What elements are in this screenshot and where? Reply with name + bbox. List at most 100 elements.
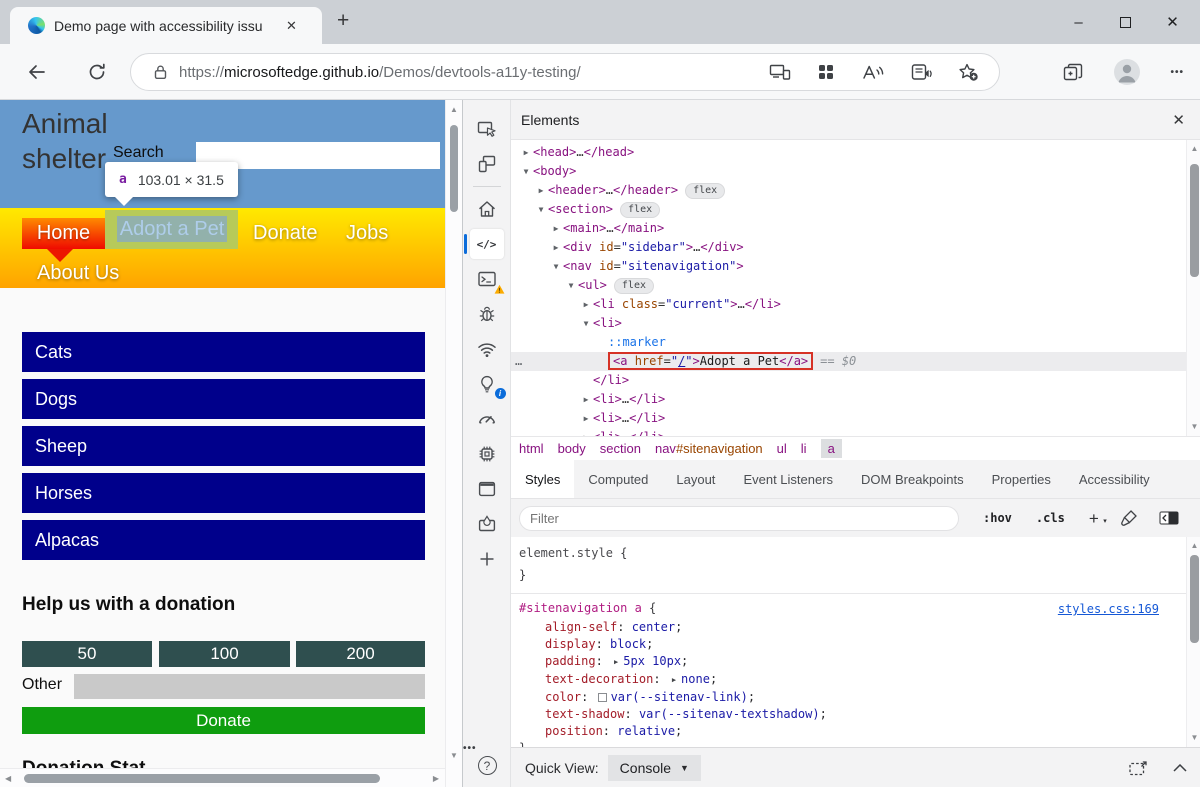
css-property[interactable]: position: relative;: [519, 723, 1178, 740]
css-property[interactable]: color: var(--sitenav-link);: [519, 689, 1178, 706]
scroll-down-icon[interactable]: ▼: [1187, 423, 1200, 431]
devtools-close-icon[interactable]: ✕: [1172, 111, 1185, 129]
dom-tree-row[interactable]: ▼<section>flex: [511, 200, 1186, 219]
dom-tree-row[interactable]: …<a href="/">Adopt a Pet</a>== $0: [511, 352, 1186, 371]
amount-button-100[interactable]: 100: [159, 641, 290, 667]
donate-button[interactable]: Donate: [22, 707, 425, 734]
memory-icon[interactable]: [470, 439, 504, 469]
elements-icon[interactable]: </>: [470, 229, 504, 259]
home-icon[interactable]: [470, 194, 504, 224]
nav-adopt-a-pet[interactable]: Adopt a Pet: [117, 216, 227, 242]
scroll-up-icon[interactable]: ▲: [450, 106, 458, 114]
expand-arrow-icon[interactable]: ▶: [519, 143, 533, 162]
css-property[interactable]: text-decoration: ▶none;: [519, 671, 1178, 689]
console-icon[interactable]: [470, 264, 504, 294]
performance-icon[interactable]: [470, 404, 504, 434]
styles-filter-input[interactable]: [519, 506, 959, 531]
inspect-icon[interactable]: [470, 114, 504, 144]
new-style-rule-icon[interactable]: +▾: [1089, 510, 1099, 527]
row-menu-icon[interactable]: …: [515, 352, 522, 371]
debugger-icon[interactable]: [470, 299, 504, 329]
class-toggle[interactable]: .cls: [1036, 511, 1065, 525]
breadcrumb-item-ul[interactable]: ul: [777, 441, 787, 456]
scroll-right-icon[interactable]: ▶: [433, 775, 439, 783]
read-aloud-icon[interactable]: [861, 62, 885, 82]
nav-about-us[interactable]: About Us: [37, 258, 119, 289]
more-icon[interactable]: •••: [463, 738, 511, 756]
flex-badge[interactable]: flex: [614, 278, 654, 294]
help-icon[interactable]: ?: [463, 756, 511, 775]
dom-tree-row[interactable]: ▼<nav id="sitenavigation">: [511, 257, 1186, 276]
breadcrumb-item-section[interactable]: section: [600, 441, 641, 456]
tab-accessibility[interactable]: Accessibility: [1065, 460, 1164, 498]
dom-tree-row[interactable]: ▶<li>…</li>: [511, 409, 1186, 428]
vertical-scroll-thumb[interactable]: [450, 125, 458, 212]
application-icon[interactable]: [470, 474, 504, 504]
settings-more-icon[interactable]: •••: [1170, 67, 1184, 78]
css-property[interactable]: text-shadow: var(--sitenav-textshadow);: [519, 706, 1178, 723]
breadcrumb-item-body[interactable]: body: [558, 441, 586, 456]
profile-avatar[interactable]: [1113, 58, 1141, 86]
tab-properties[interactable]: Properties: [978, 460, 1065, 498]
tab-computed[interactable]: Computed: [574, 460, 662, 498]
dom-tree-row[interactable]: </li>: [511, 371, 1186, 390]
nav-jobs[interactable]: Jobs: [346, 218, 388, 249]
close-button[interactable]: ✕: [1149, 13, 1196, 31]
horizontal-scroll-thumb[interactable]: [24, 774, 380, 783]
dom-tree-row[interactable]: ▼<ul>flex: [511, 276, 1186, 295]
page-horizontal-scrollbar[interactable]: ◀ ▶: [0, 768, 445, 787]
stylesheet-link[interactable]: styles.css:169: [1058, 602, 1159, 616]
inline-style-block[interactable]: element.style { }: [511, 537, 1186, 594]
animal-button-sheep[interactable]: Sheep: [22, 426, 425, 466]
tab-layout[interactable]: Layout: [662, 460, 729, 498]
other-amount-input[interactable]: [74, 674, 425, 699]
dom-tree-scrollbar[interactable]: ▲ ▼: [1186, 140, 1200, 436]
collapse-arrow-icon[interactable]: ▼: [564, 276, 578, 295]
apps-grid-icon[interactable]: [816, 62, 836, 82]
breadcrumb-item-nav[interactable]: nav#sitenavigation: [655, 441, 763, 456]
expand-arrow-icon[interactable]: ▶: [579, 390, 593, 409]
page-vertical-scrollbar[interactable]: ▲ ▼: [445, 100, 462, 787]
collections-icon[interactable]: [1062, 62, 1084, 82]
tree-scroll-thumb[interactable]: [1190, 164, 1199, 277]
back-icon[interactable]: [26, 61, 48, 88]
dom-tree-row[interactable]: ▶<li>…</li>: [511, 428, 1186, 436]
expand-quick-view-icon[interactable]: [1129, 760, 1149, 776]
dom-tree-row[interactable]: ::marker: [511, 333, 1186, 352]
scroll-left-icon[interactable]: ◀: [5, 775, 11, 783]
breadcrumb-item-html[interactable]: html: [519, 441, 544, 456]
tab-styles[interactable]: Styles: [511, 460, 574, 498]
issues-icon[interactable]: i: [470, 369, 504, 399]
expand-arrow-icon[interactable]: ▶: [579, 295, 593, 314]
scroll-up-icon[interactable]: ▲: [1187, 542, 1200, 550]
hover-state-toggle[interactable]: :hov: [983, 511, 1012, 525]
add-favorite-icon[interactable]: [957, 62, 979, 82]
dom-tree-row[interactable]: ▶<li class="current">…</li>: [511, 295, 1186, 314]
collapse-arrow-icon[interactable]: ▼: [579, 314, 593, 333]
flex-badge[interactable]: flex: [685, 183, 725, 199]
scroll-down-icon[interactable]: ▼: [1187, 734, 1200, 742]
animal-button-dogs[interactable]: Dogs: [22, 379, 425, 419]
brush-icon[interactable]: [1120, 509, 1138, 527]
breadcrumb-item-li[interactable]: li: [801, 441, 807, 456]
css-property[interactable]: display: block;: [519, 636, 1178, 653]
dom-tree-row[interactable]: ▶<li>…</li>: [511, 390, 1186, 409]
styles-scrollbar[interactable]: ▲ ▼: [1186, 537, 1200, 747]
tab-event-listeners[interactable]: Event Listeners: [729, 460, 847, 498]
animal-button-horses[interactable]: Horses: [22, 473, 425, 513]
dom-tree-row[interactable]: ▶<head>…</head>: [511, 143, 1186, 162]
dom-tree-row[interactable]: ▶<main>…</main>: [511, 219, 1186, 238]
minimize-button[interactable]: –: [1055, 14, 1102, 31]
animal-button-alpacas[interactable]: Alpacas: [22, 520, 425, 560]
collapse-arrow-icon[interactable]: ▼: [534, 200, 548, 219]
dom-tree-row[interactable]: ▶<header>…</header>flex: [511, 181, 1186, 200]
amount-button-50[interactable]: 50: [22, 641, 152, 667]
scroll-down-icon[interactable]: ▼: [450, 752, 458, 760]
refresh-icon[interactable]: [87, 62, 107, 87]
expand-arrow-icon[interactable]: ▶: [549, 238, 563, 257]
send-to-devices-icon[interactable]: [769, 62, 791, 82]
more-tools-icon[interactable]: [470, 544, 504, 574]
amount-button-200[interactable]: 200: [296, 641, 425, 667]
css-overview-icon[interactable]: [470, 509, 504, 539]
scroll-up-icon[interactable]: ▲: [1187, 145, 1200, 153]
